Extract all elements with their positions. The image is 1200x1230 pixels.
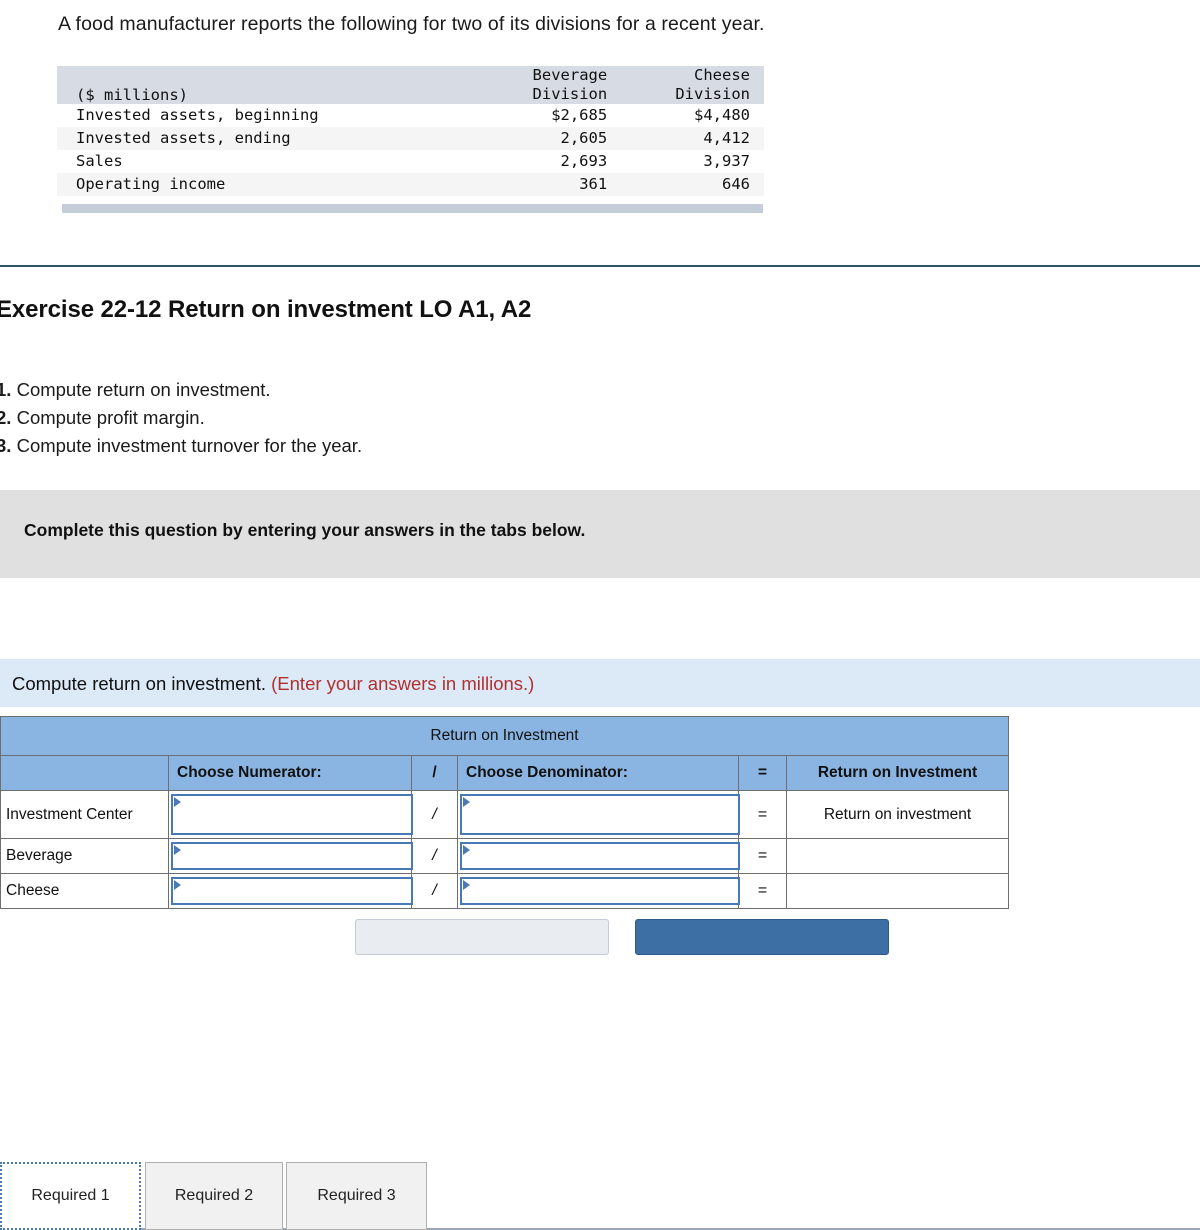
table-row: Cheese / =: [0, 873, 1010, 909]
return-on-investment-answer-table: Return on Investment Choose Numerator: /…: [0, 716, 1010, 909]
fact-table-header-row: ($ millions) Beverage Division Cheese Di…: [57, 66, 764, 105]
task-instruction-text: Compute return on investment. (Enter you…: [12, 673, 534, 695]
table-row: Invested assets, ending 2,605 4,412: [57, 127, 764, 151]
task-instruction-bar: Compute return on investment. (Enter you…: [0, 659, 1200, 707]
fact-row-beverage-value: 361: [478, 173, 622, 197]
result-cell-row-0: Return on investment: [785, 790, 1010, 839]
answer-table-title: Return on Investment: [0, 716, 1010, 756]
fact-row-label: Sales: [76, 152, 123, 171]
fact-table-unit-label: ($ millions): [57, 66, 479, 105]
tab-required-1[interactable]: Required 1: [0, 1162, 141, 1230]
row-label-cheese: Cheese: [0, 873, 169, 909]
fact-row-beverage-value: 2,605: [478, 127, 622, 151]
requirement-number: 2.: [0, 407, 12, 428]
slash-cell-row-2: /: [411, 873, 458, 909]
numerator-dropdown-row-0[interactable]: [171, 794, 413, 835]
numerator-cell-row-0[interactable]: [168, 790, 413, 839]
dropdown-caret-icon: [463, 797, 470, 807]
list-item: 3. Compute investment turnover for the y…: [0, 432, 362, 460]
dropdown-caret-icon: [174, 797, 181, 807]
answer-header-denominator: Choose Denominator:: [457, 755, 739, 791]
answer-table-title-row: Return on Investment: [0, 716, 1010, 756]
tab-required-2[interactable]: Required 2: [145, 1162, 283, 1230]
denominator-cell-row-0[interactable]: [457, 790, 740, 839]
list-item: 2. Compute profit margin.: [0, 404, 362, 432]
table-row: Investment Center / = Return on investme…: [0, 790, 1010, 839]
fact-table-col-beverage: Beverage Division: [478, 66, 622, 105]
denominator-dropdown-row-0[interactable]: [460, 794, 740, 835]
fact-row-label: Invested assets, beginning: [76, 106, 319, 125]
numerator-dropdown-row-1[interactable]: [171, 842, 413, 870]
fact-row-beverage-value: $2,685: [551, 106, 608, 125]
tab-label: Required 2: [174, 1187, 254, 1204]
result-cell-row-2: [785, 873, 1010, 909]
answer-header-slash: /: [411, 755, 458, 791]
requirements-list: 1. Compute return on investment. 2. Comp…: [0, 376, 362, 460]
table-row: Invested assets, beginning $2,685 $4,480: [57, 104, 764, 127]
requirement-number: 3.: [0, 435, 12, 456]
intro-paragraph: A food manufacturer reports the followin…: [58, 13, 765, 35]
numerator-cell-row-2[interactable]: [168, 873, 413, 909]
result-cell-row-1: [785, 838, 1010, 874]
tab-label: Required 1: [31, 1187, 110, 1204]
tab-label: Required 3: [317, 1187, 396, 1204]
page-title: Exercise 22-12 Return on investment LO A…: [0, 296, 532, 323]
fact-row-cheese-value: $4,480: [694, 106, 750, 125]
task-instruction-main: Compute return on investment.: [12, 673, 266, 694]
fact-row-cheese-value: 4,412: [621, 127, 764, 151]
fact-row-beverage-value: 2,693: [560, 152, 608, 171]
section-divider: [0, 265, 1200, 267]
previous-button[interactable]: [355, 919, 609, 955]
answer-header-equals: =: [738, 755, 787, 791]
answer-header-numerator: Choose Numerator:: [168, 755, 412, 791]
row-label-investment-center: Investment Center: [0, 790, 169, 839]
equals-cell-row-0: =: [738, 790, 787, 839]
instructions-banner: Complete this question by entering your …: [0, 490, 1200, 578]
table-row: Beverage / =: [0, 838, 1010, 874]
fact-table-col-cheese: Cheese Division: [621, 66, 764, 105]
requirement-number: 1.: [0, 379, 12, 400]
denominator-cell-row-2[interactable]: [457, 873, 740, 909]
slash-cell-row-1: /: [411, 838, 458, 874]
answer-table-header-row: Choose Numerator: / Choose Denominator: …: [0, 755, 1010, 791]
requirement-text: Compute investment turnover for the year…: [16, 435, 363, 456]
requirement-text: Compute return on investment.: [16, 379, 271, 400]
denominator-cell-row-1[interactable]: [457, 838, 740, 874]
instructions-banner-text: Complete this question by entering your …: [24, 520, 586, 540]
fact-row-label: Operating income: [57, 173, 479, 197]
row-label-beverage: Beverage: [0, 838, 169, 874]
dropdown-caret-icon: [463, 880, 470, 890]
division-facts-table: ($ millions) Beverage Division Cheese Di…: [57, 66, 764, 197]
table-row: Operating income 361 646: [57, 173, 764, 197]
dropdown-caret-icon: [174, 880, 181, 890]
equals-cell-row-2: =: [738, 873, 787, 909]
dropdown-caret-icon: [174, 845, 181, 855]
task-instruction-note: (Enter your answers in millions.): [271, 673, 535, 694]
tab-required-3[interactable]: Required 3: [286, 1162, 427, 1230]
requirement-text: Compute profit margin.: [16, 407, 205, 428]
denominator-dropdown-row-2[interactable]: [460, 877, 740, 905]
fact-row-label: Invested assets, ending: [57, 127, 479, 151]
numerator-dropdown-row-2[interactable]: [171, 877, 413, 905]
list-item: 1. Compute return on investment.: [0, 376, 362, 404]
fact-row-cheese-value: 3,937: [703, 152, 750, 171]
equals-cell-row-1: =: [738, 838, 787, 874]
slash-cell-row-0: /: [411, 790, 458, 839]
fact-table-footer-bar: [62, 204, 763, 213]
fact-row-cheese-value: 646: [621, 173, 764, 197]
next-button[interactable]: [635, 919, 889, 955]
denominator-dropdown-row-1[interactable]: [460, 842, 740, 870]
numerator-cell-row-1[interactable]: [168, 838, 413, 874]
answer-header-result: Return on Investment: [785, 755, 1010, 791]
answer-header-rowlabel: [0, 755, 169, 791]
tab-bar: Required 1 Required 2 Required 3: [0, 578, 1200, 1230]
dropdown-caret-icon: [463, 845, 470, 855]
table-row: Sales 2,693 3,937: [57, 150, 764, 173]
